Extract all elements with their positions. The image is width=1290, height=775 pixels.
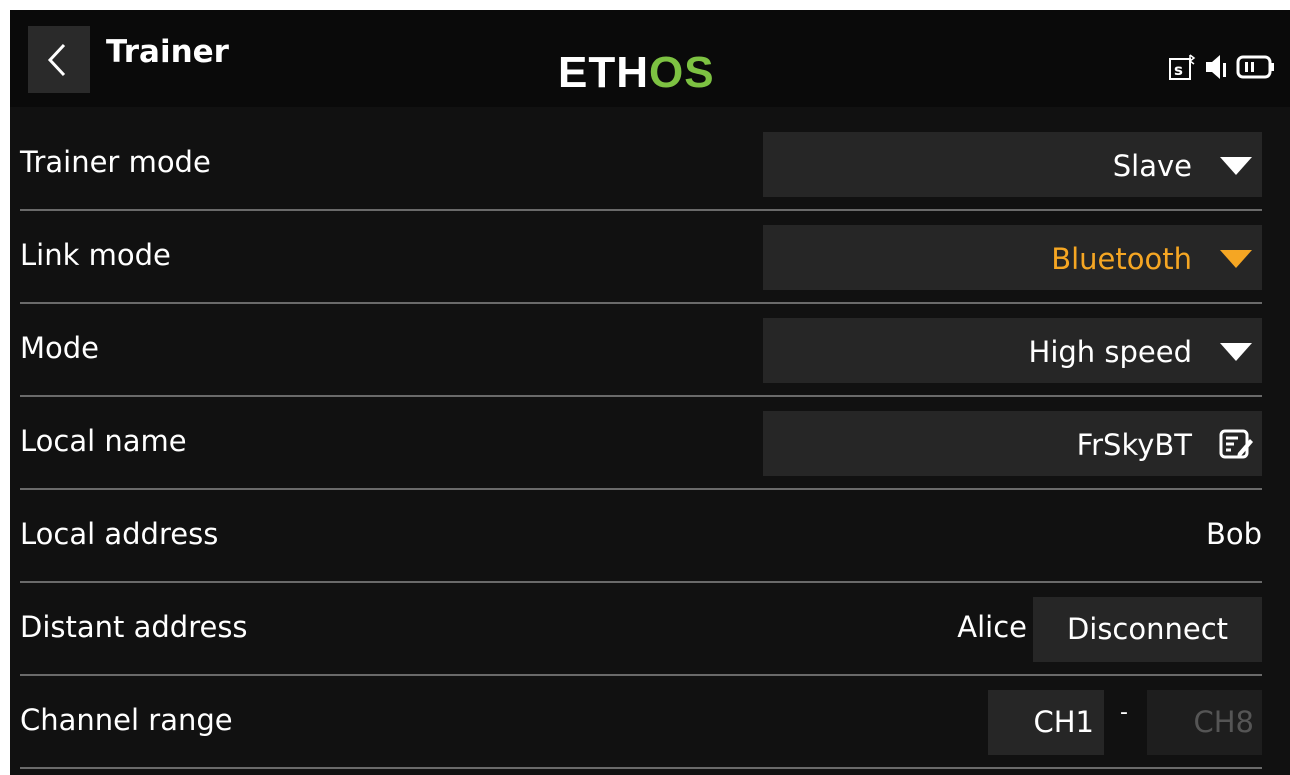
mode-label: Mode (20, 331, 100, 365)
row-distant-address: Distant address Alice Disconnect (10, 583, 1290, 676)
channel-range-separator: - (1120, 700, 1128, 725)
battery-icon (1236, 55, 1274, 79)
link-mode-label: Link mode (20, 238, 171, 272)
link-mode-dropdown[interactable]: Bluetooth (763, 225, 1262, 290)
screen: Trainer ETHOS s Trainer mode Slave Link … (10, 10, 1290, 775)
row-channel-range: Channel range CH1 - CH8 (10, 676, 1290, 769)
local-name-value: FrSkyBT (1076, 428, 1192, 462)
back-button[interactable] (28, 26, 90, 93)
status-icons: s (1168, 52, 1276, 82)
divider (20, 767, 1262, 769)
row-local-name: Local name FrSkyBT (10, 397, 1290, 490)
mode-dropdown[interactable]: High speed (763, 318, 1262, 383)
ethos-logo: ETHOS (558, 48, 715, 97)
channel-range-start[interactable]: CH1 (988, 690, 1104, 755)
local-address-value: Bob (1205, 517, 1262, 551)
local-name-label: Local name (20, 424, 187, 458)
chevron-left-icon (47, 43, 66, 77)
chevron-down-icon (1220, 157, 1252, 175)
disconnect-button[interactable]: Disconnect (1033, 597, 1262, 662)
channel-range-end[interactable]: CH8 (1147, 690, 1262, 755)
channel-range-label: Channel range (20, 703, 233, 737)
page-title: Trainer (106, 34, 229, 70)
link-mode-value: Bluetooth (1051, 242, 1192, 276)
local-name-field[interactable]: FrSkyBT (763, 411, 1262, 476)
chevron-down-icon (1220, 343, 1252, 361)
distant-address-value: Alice (957, 610, 1027, 644)
trainer-mode-dropdown[interactable]: Slave (763, 132, 1262, 197)
chevron-down-icon (1220, 250, 1252, 268)
row-local-address: Local address Bob (10, 490, 1290, 583)
local-address-label: Local address (20, 517, 219, 551)
trainer-mode-value: Slave (1112, 149, 1192, 183)
edit-icon (1219, 429, 1253, 459)
mode-value: High speed (1028, 335, 1192, 369)
distant-address-label: Distant address (20, 610, 248, 644)
sd-card-bluetooth-icon: s (1169, 54, 1196, 80)
speaker-icon (1206, 55, 1226, 79)
row-trainer-mode: Trainer mode Slave (10, 118, 1290, 211)
row-link-mode: Link mode Bluetooth (10, 211, 1290, 304)
row-mode: Mode High speed (10, 304, 1290, 397)
svg-text:s: s (1174, 61, 1183, 79)
header-bar: Trainer ETHOS s (10, 10, 1290, 107)
trainer-mode-label: Trainer mode (20, 145, 211, 179)
